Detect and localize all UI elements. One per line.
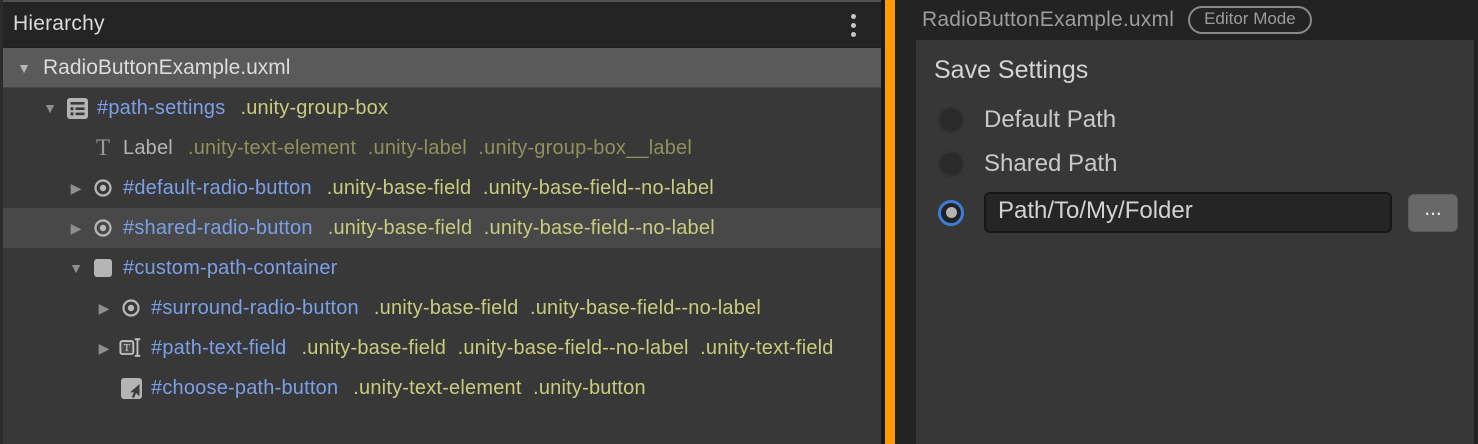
tree-row-root[interactable]: ▼ RadioButtonExample.uxml [3, 48, 881, 88]
editor-mode-badge: Editor Mode [1188, 6, 1312, 34]
hierarchy-header: Hierarchy [3, 0, 881, 48]
chevron-right-icon[interactable]: ▶ [67, 180, 85, 197]
radio-shared-path[interactable] [938, 151, 964, 177]
element-name: Label [123, 137, 173, 160]
label-icon: T [91, 137, 115, 159]
chevron-right-icon[interactable]: ▶ [95, 300, 113, 317]
group-box-icon [65, 97, 89, 119]
unity-ui-builder-window: Hierarchy ▼ RadioButtonExample.uxml ▼ #p… [0, 0, 1478, 444]
tree-row-custom-path-container[interactable]: ▼ #custom-path-container [3, 248, 881, 288]
radio-default-path[interactable] [938, 107, 964, 133]
element-name: #path-settings [97, 97, 225, 120]
radio-button-icon [91, 177, 115, 199]
path-text-field[interactable] [984, 192, 1392, 233]
canvas-header: RadioButtonExample.uxml Editor Mode [922, 6, 1312, 34]
save-settings-label: Save Settings [934, 56, 1088, 85]
hierarchy-title: Hierarchy [3, 12, 105, 36]
choose-path-button[interactable]: ... [1408, 194, 1458, 232]
element-classes: .unity-text-element .unity-button [353, 377, 646, 400]
radio-label: Default Path [984, 106, 1116, 134]
element-name: #choose-path-button [151, 377, 338, 400]
tree-row-path-text-field[interactable]: ▶ T #path-text-field .unity-base-field .… [3, 328, 881, 368]
tree-row-path-settings[interactable]: ▼ #path-settings .unity-group-box [3, 88, 881, 128]
shared-path-radio-row: Shared Path [938, 150, 1117, 178]
tree-row-default-radio-button[interactable]: ▶ #default-radio-button .unity-base-fiel… [3, 168, 881, 208]
svg-text:T: T [124, 343, 131, 354]
element-classes: .unity-base-field .unity-base-field--no-… [302, 337, 834, 360]
element-classes: .unity-group-box [240, 97, 388, 120]
element-name: #custom-path-container [123, 257, 338, 280]
chevron-right-icon[interactable]: ▶ [67, 220, 85, 237]
hierarchy-panel: Hierarchy ▼ RadioButtonExample.uxml ▼ #p… [0, 0, 881, 444]
radio-label: Shared Path [984, 150, 1117, 178]
uxml-canvas: Save Settings Default Path Shared Path .… [916, 40, 1474, 444]
element-classes: .unity-text-element .unity-label .unity-… [188, 137, 692, 160]
element-classes: .unity-base-field .unity-base-field--no-… [328, 217, 715, 240]
element-name: #shared-radio-button [123, 217, 313, 240]
element-name: #surround-radio-button [151, 297, 359, 320]
radio-dot [946, 207, 957, 218]
panel-top-border [3, 0, 881, 2]
button-icon [119, 377, 143, 399]
panel-splitter[interactable] [885, 0, 895, 444]
chevron-down-icon[interactable]: ▼ [67, 260, 85, 276]
tree-row-choose-path-button[interactable]: ▶ #choose-path-button .unity-text-elemen… [3, 368, 881, 408]
kebab-menu-icon[interactable] [841, 10, 865, 40]
viewport-panel: RadioButtonExample.uxml Editor Mode Save… [895, 0, 1478, 444]
chevron-down-icon[interactable]: ▼ [15, 60, 33, 76]
default-path-radio-row: Default Path [938, 106, 1116, 134]
tree-row-shared-radio-button[interactable]: ▶ #shared-radio-button .unity-base-field… [3, 208, 881, 248]
hierarchy-tree: ▼ #path-settings .unity-group-box ▶ T La… [3, 88, 881, 408]
element-name: #default-radio-button [123, 177, 312, 200]
radio-custom-path-selected[interactable] [938, 200, 964, 226]
element-classes: .unity-base-field .unity-base-field--no-… [374, 297, 761, 320]
radio-button-icon [91, 217, 115, 239]
text-field-icon: T [119, 337, 143, 359]
radio-button-icon [119, 297, 143, 319]
canvas-title: RadioButtonExample.uxml [922, 8, 1174, 32]
element-classes: .unity-base-field .unity-base-field--no-… [327, 177, 714, 200]
chevron-right-icon[interactable]: ▶ [95, 340, 113, 357]
visual-element-icon [91, 257, 115, 279]
chevron-down-icon[interactable]: ▼ [41, 100, 59, 116]
tree-row-label[interactable]: ▶ T Label .unity-text-element .unity-lab… [3, 128, 881, 168]
root-document-label: RadioButtonExample.uxml [43, 56, 290, 80]
element-name: #path-text-field [151, 337, 287, 360]
custom-path-radio-row: ... [938, 192, 1458, 233]
tree-row-surround-radio-button[interactable]: ▶ #surround-radio-button .unity-base-fie… [3, 288, 881, 328]
